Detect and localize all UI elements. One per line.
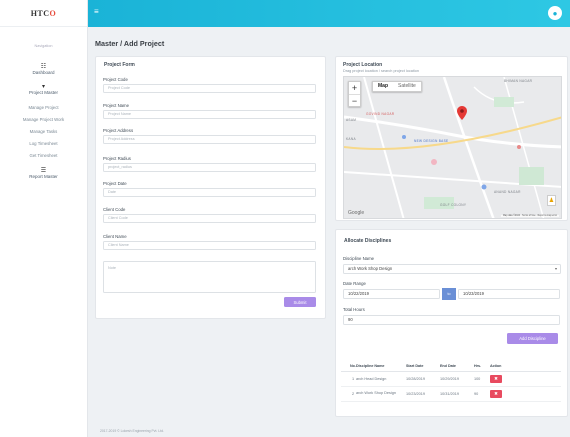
map-label: GOLF COLONY: [440, 203, 467, 207]
map-type-control: Map Satellite: [372, 81, 422, 92]
row-hours: 90: [473, 386, 490, 402]
map-label: BHIMAN NAGAR: [504, 79, 533, 83]
date-range-to: to: [442, 288, 456, 300]
sidebar-item-project-master[interactable]: ▾ Project Master: [0, 84, 87, 95]
field-label: Project Date: [103, 181, 127, 186]
sidebar-item-label: Report Master: [29, 174, 58, 179]
column-header: Hrs.: [473, 361, 490, 372]
map-type-satellite[interactable]: Satellite: [393, 82, 421, 91]
allocate-disciplines-title: Allocate Disciplines: [344, 238, 392, 244]
map-type-map[interactable]: Map: [373, 82, 393, 91]
page-footer: 2017-2019 © Lokesh Engineering Pvt. Ltd.: [100, 429, 164, 433]
field-label: Project Code: [103, 77, 128, 82]
row-start-date: 10/23/2019: [405, 386, 440, 402]
date-range-label: Date Range: [343, 281, 366, 286]
discipline-name-label: Discipline Name: [343, 256, 375, 261]
field-input[interactable]: Client Code: [103, 214, 316, 223]
field-label: Project Name: [103, 103, 130, 108]
map-label: GOVIND NAGAR: [366, 112, 395, 116]
row-end-date: 10/31/2019: [439, 386, 474, 402]
project-location-subtitle: Drag project location / search project l…: [343, 69, 419, 73]
map-zoom-control: + −: [348, 81, 361, 107]
project-form-title: Project Form: [104, 62, 135, 68]
column-header: No.: [341, 361, 356, 372]
row-end-date: 10/29/2019: [439, 371, 474, 387]
project-location-title: Project Location: [343, 62, 383, 68]
notes-textarea[interactable]: Note: [103, 261, 316, 293]
end-date-input[interactable]: 10/23/2019: [458, 289, 560, 299]
brand-logo[interactable]: HTC O: [0, 0, 87, 27]
sidebar-item-dashboard[interactable]: ☷ Dashboard: [0, 64, 87, 75]
chevron-down-icon: ▾: [554, 266, 557, 271]
nav-heading: Navigation: [34, 44, 53, 48]
table-header-row: No. Discipline Name Start Date End Date …: [341, 361, 561, 372]
user-avatar-icon[interactable]: ●: [548, 6, 562, 20]
total-hours-label: Total Hours: [343, 307, 365, 312]
google-logo: Google: [348, 210, 365, 216]
field-input[interactable]: Project Address: [103, 135, 316, 144]
location-pin-icon[interactable]: [457, 106, 467, 120]
discipline-select-value: arch Work Shop Design: [348, 266, 393, 271]
sidebar-item-label: Dashboard: [32, 70, 55, 75]
sidebar-item-report-master[interactable]: ☰ Report Master: [0, 168, 87, 179]
field-input[interactable]: Date: [103, 188, 316, 197]
field-label: Project Radius: [103, 156, 131, 161]
row-start-date: 10/28/2019: [405, 371, 440, 387]
delete-icon[interactable]: ✖: [489, 374, 502, 383]
field-label: Client Code: [103, 207, 126, 212]
page-title: Master / Add Project: [95, 39, 165, 48]
map-label: ASAM: [346, 118, 357, 122]
map-roads: [344, 77, 561, 218]
map-label: NEW DESIGN BASE: [414, 139, 449, 143]
total-hours-input[interactable]: 90: [343, 315, 560, 325]
sidebar-subitem-manage-tasks[interactable]: Manage Tasks: [0, 129, 87, 134]
column-header: Discipline Name: [355, 361, 406, 372]
column-header: End Date: [439, 361, 474, 372]
sidebar-subitem-get-timesheet[interactable]: Get Timesheet: [0, 153, 87, 158]
project-location-card: Project Location Drag project location /…: [335, 56, 568, 221]
table-row: 1 arch Head Design 10/28/2019 10/29/2019…: [341, 371, 561, 387]
sidebar-item-label: Project Master: [28, 90, 58, 95]
discipline-select[interactable]: arch Work Shop Design ▾: [343, 264, 561, 274]
column-header: Action: [489, 361, 561, 372]
field-label: Client Name: [103, 234, 127, 239]
field-input[interactable]: Project Name: [103, 110, 316, 119]
table-row: 2 arch Work Shop Design 10/23/2019 10/31…: [341, 386, 561, 402]
field-input[interactable]: project_radius: [103, 163, 316, 172]
field-input[interactable]: Client Name: [103, 241, 316, 250]
map-attribution[interactable]: Map data ©2024 · Terms of Use · Report a…: [501, 215, 559, 217]
row-no: 1: [341, 371, 356, 387]
column-header: Start Date: [405, 361, 440, 372]
field-input[interactable]: Project Code: [103, 84, 316, 93]
zoom-in-button[interactable]: +: [349, 82, 360, 95]
map-view[interactable]: + − Map Satellite BHIMAN NAGAR ANAND NAG…: [343, 76, 562, 219]
menu-toggle-icon[interactable]: ≡: [94, 8, 99, 16]
start-date-input[interactable]: 10/22/2019: [343, 289, 440, 299]
row-hours: 100: [473, 371, 490, 387]
zoom-out-button[interactable]: −: [349, 95, 360, 108]
submit-button[interactable]: Submit: [284, 297, 316, 307]
disciplines-table: No. Discipline Name Start Date End Date …: [341, 361, 561, 402]
row-no: 2: [341, 386, 356, 402]
delete-icon[interactable]: ✖: [489, 389, 502, 398]
add-discipline-button[interactable]: Add Discipline: [507, 333, 558, 344]
map-label: ANAND NAGAR: [494, 190, 521, 194]
sidebar-subitem-manage-project[interactable]: Manage Project: [0, 105, 87, 110]
row-discipline: arch Work Shop Design: [355, 386, 406, 402]
sidebar-subitem-manage-project-work[interactable]: Manage Project Work: [0, 117, 87, 122]
sidebar: HTC O Navigation ☷ Dashboard ▾ Project Ma…: [0, 0, 88, 437]
street-view-icon[interactable]: ♟: [547, 195, 556, 206]
row-discipline: arch Head Design: [355, 371, 406, 387]
field-label: Project Address: [103, 128, 134, 133]
sidebar-subitem-log-timesheet[interactable]: Log Timesheet: [0, 141, 87, 146]
map-label: KANA: [346, 137, 356, 141]
top-navbar: ≡ ●: [88, 0, 570, 27]
